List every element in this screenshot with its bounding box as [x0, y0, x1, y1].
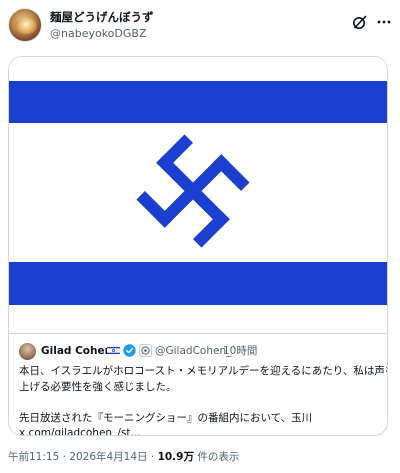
- author-handle[interactable]: @nabeyokoDGBZ: [50, 27, 147, 41]
- flag-top-stripe: [9, 81, 387, 123]
- quoted-text-line: 上げる必要性を強く感じました。: [19, 380, 177, 393]
- post-date[interactable]: 2026年4月14日: [69, 451, 147, 463]
- flag-graphic: [9, 57, 387, 333]
- flag-bottom-stripe: [9, 262, 387, 305]
- grok-icon[interactable]: [352, 14, 368, 30]
- post-header: 麺屋どうげんぼうず @nabeyokoDGBZ: [8, 8, 392, 44]
- quoted-post-text: 本日、イスラエルがホロコースト・メモリアルデーを迎えるにあたり、私は声を 上げる…: [19, 364, 388, 435]
- israel-flag-icon: [107, 346, 120, 355]
- author-display-name[interactable]: 麺屋どうげんぼうず: [50, 10, 154, 25]
- affiliate-badge-icon: [139, 344, 152, 357]
- quoted-text-link[interactable]: x.com/giladcohen_/st...: [19, 426, 381, 435]
- verified-icon: [123, 344, 136, 357]
- meta-separator: ·: [147, 451, 158, 463]
- quoted-post-card[interactable]: Gilad Cohen @GiladCohen_ · 10時間 本日、イスラエル…: [8, 56, 388, 436]
- quoted-author-avatar[interactable]: [19, 343, 36, 360]
- views-count[interactable]: 10.9万: [158, 451, 194, 463]
- more-icon[interactable]: [376, 14, 392, 30]
- author-avatar[interactable]: [8, 8, 42, 42]
- quoted-author-handle[interactable]: @GiladCohen_: [155, 343, 231, 359]
- quoted-text-line: 本日、イスラエルがホロコースト・メモリアルデーを迎えるにあたり、私は声を: [19, 365, 388, 377]
- quoted-text-line: 先日放送された『モーニングショー』の番組内において、玉川: [19, 411, 313, 424]
- post-metadata: 午前11:15 · 2026年4月14日 · 10.9万 件の表示: [8, 450, 239, 464]
- quoted-timestamp[interactable]: 10時間: [223, 343, 257, 359]
- flag-image[interactable]: [9, 57, 387, 333]
- post-time[interactable]: 午前11:15: [8, 451, 59, 463]
- meta-separator: ·: [59, 451, 70, 463]
- ramen-icon: [15, 18, 37, 34]
- views-label: 件の表示: [193, 451, 240, 463]
- quoted-author-name[interactable]: Gilad Cohen: [41, 343, 112, 359]
- quoted-text-line: [19, 395, 381, 411]
- quoted-post-body[interactable]: Gilad Cohen @GiladCohen_ · 10時間 本日、イスラエル…: [9, 333, 387, 435]
- quoted-separator: ·: [216, 345, 220, 357]
